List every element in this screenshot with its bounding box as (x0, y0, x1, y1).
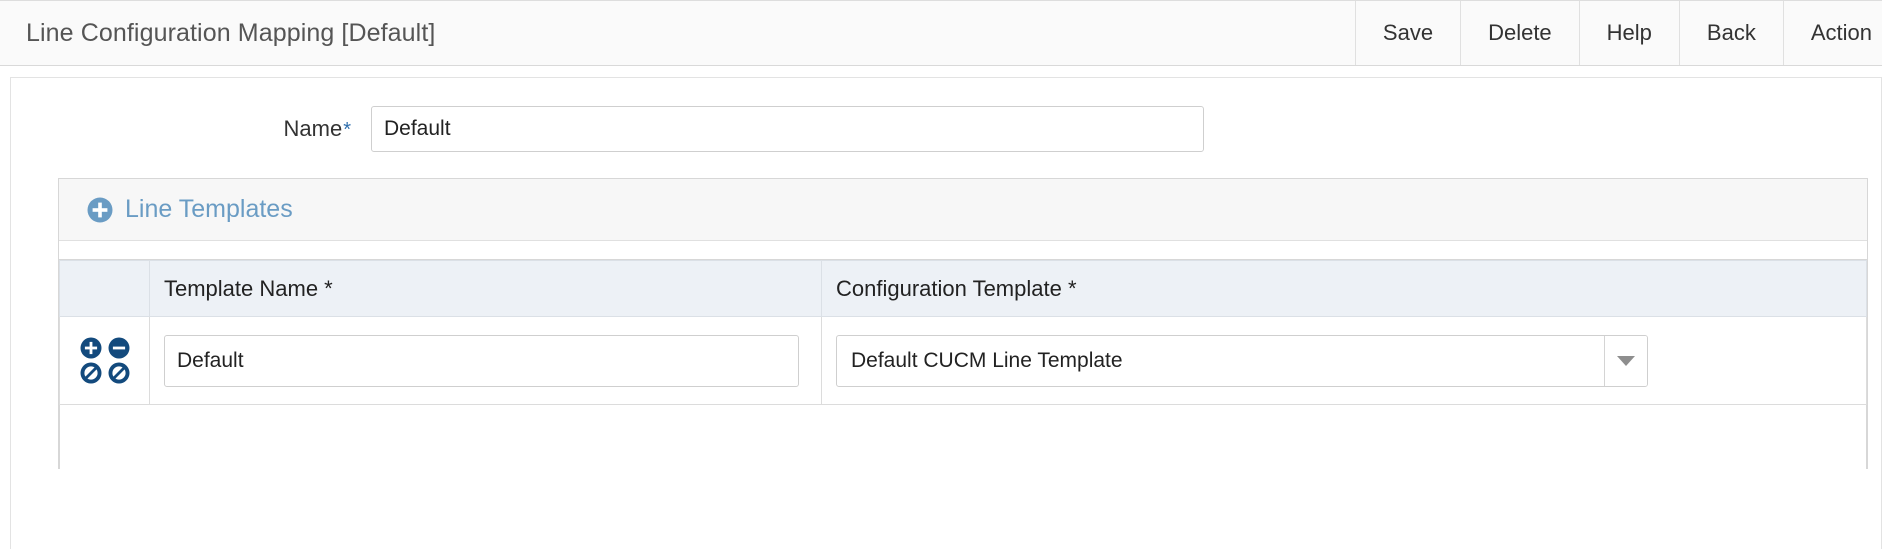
configuration-template-selected-value: Default CUCM Line Template (851, 348, 1123, 372)
table-body: Default CUCM Line Template (59, 316, 1867, 405)
back-button-label: Back (1706, 20, 1756, 45)
row-actions-cell (59, 316, 150, 405)
column-header-actions (59, 260, 150, 317)
header-action-bar: Save Delete Help Back Action (1354, 1, 1882, 65)
table-row: Default CUCM Line Template (59, 316, 1867, 405)
form-content-area: Name* Line Templates (10, 77, 1882, 549)
save-button[interactable]: Save (1354, 1, 1461, 65)
column-header-template-name: Template Name * (149, 260, 822, 317)
template-name-input[interactable] (164, 334, 799, 387)
name-input[interactable] (371, 106, 1204, 152)
help-button-label: Help (1606, 20, 1652, 45)
line-templates-table: Template Name * Configuration Template * (59, 260, 1867, 405)
line-templates-title: Line Templates (125, 195, 293, 223)
panel-spacer (59, 241, 1867, 260)
delete-button[interactable]: Delete (1460, 1, 1579, 65)
circle-minus-icon[interactable] (108, 337, 130, 359)
name-form-row: Name* (11, 78, 1881, 152)
save-button-label: Save (1382, 20, 1434, 45)
page-header: Line Configuration Mapping [Default] Sav… (0, 0, 1882, 66)
row-action-icon-row-top (80, 337, 130, 359)
action-button[interactable]: Action (1782, 1, 1882, 65)
delete-button-label: Delete (1488, 20, 1552, 45)
configuration-template-cell: Default CUCM Line Template (821, 316, 1867, 405)
table-header-row: Template Name * Configuration Template * (59, 260, 1867, 317)
column-header-configuration-template: Configuration Template * (821, 260, 1867, 317)
table-header: Template Name * Configuration Template * (59, 260, 1867, 317)
circle-plus-icon[interactable] (80, 337, 102, 359)
row-action-icon-group (66, 337, 143, 384)
chevron-down-icon[interactable] (1604, 335, 1647, 386)
action-button-label: Action (1810, 20, 1872, 45)
line-templates-panel-header: Line Templates (59, 179, 1867, 241)
page-header-left: Line Configuration Mapping [Default] (0, 1, 1355, 65)
row-action-icon-row-bottom (80, 362, 130, 384)
help-button[interactable]: Help (1578, 1, 1679, 65)
name-required-asterisk: * (343, 119, 351, 141)
page-title: Line Configuration Mapping [Default] (26, 18, 436, 47)
name-label-text: Name (283, 116, 343, 141)
configuration-template-select[interactable]: Default CUCM Line Template (836, 334, 1648, 387)
line-templates-panel: Line Templates Template Name * Configura… (58, 178, 1868, 469)
table-footer-band (59, 405, 1867, 469)
name-field-label: Name* (11, 116, 371, 142)
caret-shape (1617, 355, 1635, 366)
circle-slash-icon[interactable] (108, 362, 130, 384)
app-window: Line Configuration Mapping [Default] Sav… (0, 0, 1882, 549)
circle-plus-icon[interactable] (87, 197, 113, 223)
circle-slash-icon[interactable] (80, 362, 102, 384)
back-button[interactable]: Back (1678, 1, 1783, 65)
template-name-cell (149, 316, 822, 405)
